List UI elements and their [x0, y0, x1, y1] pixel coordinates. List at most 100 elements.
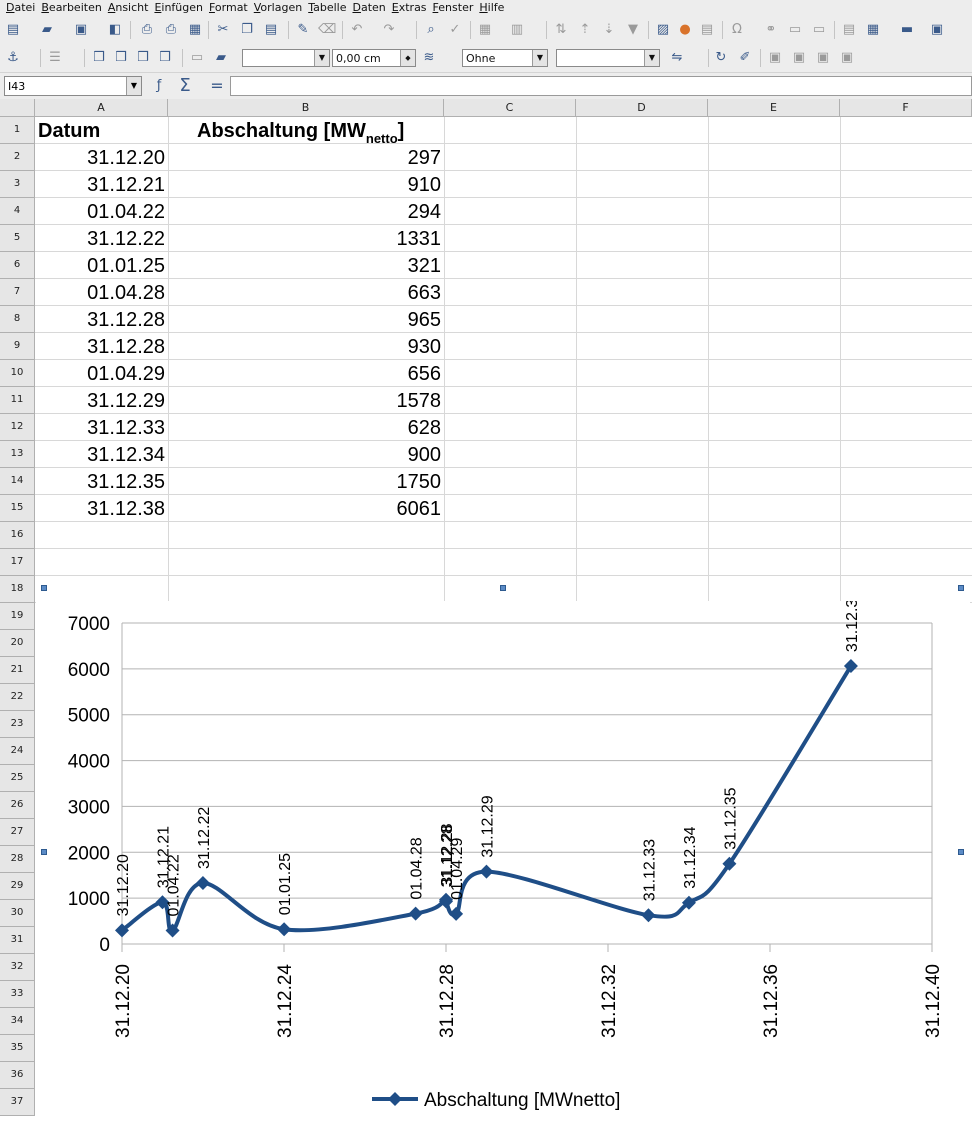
menu-extras[interactable]: Extras [392, 0, 427, 15]
row-header-32[interactable]: 32 [0, 954, 35, 981]
function-wizard-icon[interactable]: ƒ [150, 77, 168, 95]
define-print-area-icon[interactable]: ▤ [840, 21, 858, 39]
row-header-6[interactable]: 6 [0, 252, 35, 279]
row-header-30[interactable]: 30 [0, 900, 35, 927]
area-icon[interactable]: ▰ [212, 49, 230, 67]
spelling-icon[interactable]: ✓ [446, 21, 464, 39]
row-header-21[interactable]: 21 [0, 657, 35, 684]
row-header-27[interactable]: 27 [0, 819, 35, 846]
align-icon[interactable]: ☰ [46, 49, 64, 67]
date-cell[interactable]: 31.12.38 [35, 495, 168, 522]
headers-footers-icon[interactable]: ▭ [810, 21, 828, 39]
export-pdf-icon[interactable]: ⎙ [138, 21, 156, 39]
backward-one-icon[interactable]: ❒ [134, 49, 152, 67]
clone-formatting-icon[interactable]: ✎ [294, 21, 312, 39]
resize-handle-middle-left[interactable] [41, 849, 47, 855]
date-cell[interactable]: 31.12.20 [35, 144, 168, 171]
anchor-icon[interactable]: ⚓ [4, 49, 22, 67]
row-header-23[interactable]: 23 [0, 711, 35, 738]
row-header-18[interactable]: 18 [0, 576, 35, 603]
area-style-select[interactable]: ▼ [556, 49, 660, 67]
menu-format[interactable]: Format [209, 0, 248, 15]
resize-handle-top-left[interactable] [41, 585, 47, 591]
print-preview-icon[interactable]: ▦ [186, 21, 204, 39]
formula-input[interactable] [230, 76, 972, 96]
row-header-7[interactable]: 7 [0, 279, 35, 306]
date-cell[interactable]: 01.04.28 [35, 279, 168, 306]
new-document-icon[interactable]: ▤ [4, 21, 22, 39]
sort-ascending-icon[interactable]: ⇡ [576, 21, 594, 39]
value-cell[interactable]: 1331 [168, 225, 444, 252]
row-header-14[interactable]: 14 [0, 468, 35, 495]
arrow-style-select[interactable]: Ohne ▼ [462, 49, 548, 67]
undo-icon[interactable]: ↶ [348, 21, 366, 39]
date-cell[interactable]: 31.12.28 [35, 333, 168, 360]
date-cell[interactable]: 31.12.29 [35, 387, 168, 414]
row-header-17[interactable]: 17 [0, 549, 35, 576]
save-icon[interactable]: ▣ [72, 21, 90, 39]
row-header-33[interactable]: 33 [0, 981, 35, 1008]
bring-to-front-icon[interactable]: ❒ [90, 49, 108, 67]
column-header-a[interactable]: A [35, 99, 168, 117]
menu-daten[interactable]: Daten [352, 0, 385, 15]
resize-handle-middle-right[interactable] [958, 849, 964, 855]
redo-icon[interactable]: ↷ [380, 21, 398, 39]
find-replace-icon[interactable]: ⌕ [422, 21, 440, 39]
value-cell[interactable]: 900 [168, 441, 444, 468]
show-draw-functions-icon[interactable]: ▣ [928, 21, 946, 39]
value-cell[interactable]: 663 [168, 279, 444, 306]
freeze-rows-columns-icon[interactable]: ▦ [864, 21, 882, 39]
special-character-icon[interactable]: Ω [728, 21, 746, 39]
menu-einfügen[interactable]: Einfügen [154, 0, 203, 15]
rotate-icon[interactable]: ↻ [712, 49, 730, 67]
value-cell[interactable]: 1750 [168, 468, 444, 495]
export-icon[interactable]: ◧ [106, 21, 124, 39]
row-header-20[interactable]: 20 [0, 630, 35, 657]
menu-fenster[interactable]: Fenster [433, 0, 474, 15]
value-cell[interactable]: 930 [168, 333, 444, 360]
row-header-12[interactable]: 12 [0, 414, 35, 441]
sort-icon[interactable]: ⇅ [552, 21, 570, 39]
row-header-8[interactable]: 8 [0, 306, 35, 333]
date-cell[interactable]: 31.12.34 [35, 441, 168, 468]
row-header-19[interactable]: 19 [0, 603, 35, 630]
column-header-f[interactable]: F [840, 99, 972, 117]
row-header-26[interactable]: 26 [0, 792, 35, 819]
row-header-36[interactable]: 36 [0, 1062, 35, 1089]
menu-vorlagen[interactable]: Vorlagen [254, 0, 302, 15]
points-icon[interactable]: ✐ [736, 49, 754, 67]
autofilter-icon[interactable]: ▼ [624, 21, 642, 39]
forward-one-icon[interactable]: ❒ [112, 49, 130, 67]
cut-icon[interactable]: ✂ [214, 21, 232, 39]
arrow-style-icon[interactable]: ⇋ [668, 49, 686, 67]
header-value[interactable]: Abschaltung [MWnetto] [197, 117, 444, 146]
value-cell[interactable]: 628 [168, 414, 444, 441]
date-cell[interactable]: 01.04.29 [35, 360, 168, 387]
row-header-31[interactable]: 31 [0, 927, 35, 954]
row-icon[interactable]: ▦ [476, 21, 494, 39]
row-header-24[interactable]: 24 [0, 738, 35, 765]
row-header-28[interactable]: 28 [0, 846, 35, 873]
line-style-select[interactable]: ▼ [242, 49, 330, 67]
value-cell[interactable]: 656 [168, 360, 444, 387]
paste-icon[interactable]: ▤ [262, 21, 280, 39]
line-width-field[interactable]: 0,00 cm ◆ [332, 49, 416, 67]
row-header-22[interactable]: 22 [0, 684, 35, 711]
value-cell[interactable]: 910 [168, 171, 444, 198]
date-cell[interactable]: 31.12.21 [35, 171, 168, 198]
pivot-table-icon[interactable]: ▤ [698, 21, 716, 39]
row-header-16[interactable]: 16 [0, 522, 35, 549]
print-icon[interactable]: ⎙ [162, 21, 180, 39]
chart[interactable]: 0 1000 2000 3000 4000 5000 6000 7000 31.12.20 31.… [36, 590, 970, 1120]
line-color-icon[interactable]: ≋ [420, 49, 438, 67]
row-header-13[interactable]: 13 [0, 441, 35, 468]
value-cell[interactable]: 294 [168, 198, 444, 225]
row-header-35[interactable]: 35 [0, 1035, 35, 1062]
column-header-e[interactable]: E [708, 99, 840, 117]
menu-ansicht[interactable]: Ansicht [108, 0, 149, 15]
enter-group-icon[interactable]: ▣ [790, 49, 808, 67]
column-icon[interactable]: ▥ [508, 21, 526, 39]
name-box[interactable]: I43 ▼ [4, 76, 142, 96]
row-header-1[interactable]: 1 [0, 117, 35, 144]
menu-datei[interactable]: Datei [6, 0, 35, 15]
